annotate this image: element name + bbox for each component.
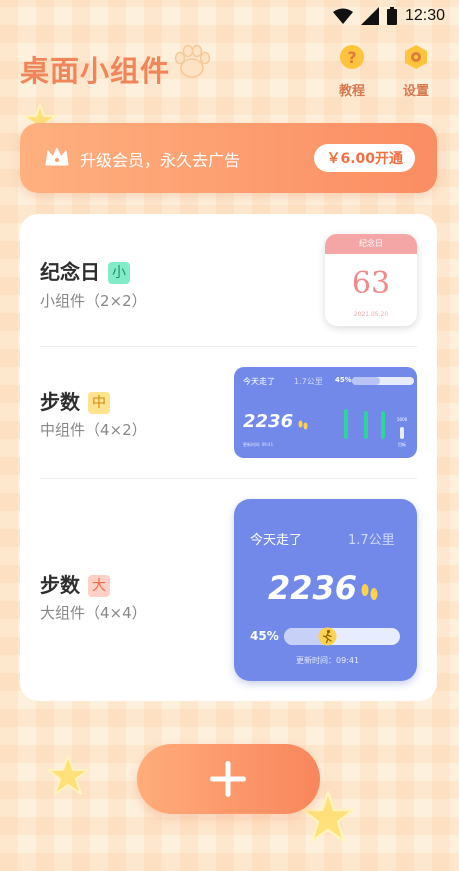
upgrade-button[interactable]: ￥6.00开通 <box>314 144 415 172</box>
preview-steps: 2236 <box>243 411 294 432</box>
widget-subtitle: 小组件（2×2） <box>40 292 147 310</box>
progress-fill <box>352 377 380 385</box>
preview-updated: 更新时间：09:41 <box>296 656 360 665</box>
preview-goal-label: 目标 <box>398 442 406 447</box>
svg-text:?: ? <box>347 48 356 67</box>
preview-header: 纪念日 <box>325 234 417 254</box>
preview-percent: 45% <box>250 629 279 643</box>
status-bar: 12:30 <box>0 0 459 32</box>
progress-bar <box>352 377 414 385</box>
widget-title-text: 纪念日 <box>40 260 100 284</box>
bar <box>344 409 348 439</box>
preview-goal-value: 5000 <box>397 417 408 422</box>
status-time: 12:30 <box>404 7 445 24</box>
preview-distance: 1.7公里 <box>348 533 395 548</box>
size-badge: 小 <box>108 262 130 284</box>
plus-icon <box>210 761 246 797</box>
promo-text: 升级会员，永久去广告 <box>80 151 241 170</box>
steps-large-widget-preview: 今天走了 1.7公里 2236 45% 更新时间：09:41 <box>234 499 417 681</box>
footprints-icon <box>361 584 378 600</box>
tutorial-button[interactable]: ? 教程 <box>324 44 380 99</box>
widget-title-text: 步数 <box>40 390 80 414</box>
divider <box>40 346 417 347</box>
widget-title-text: 步数 <box>40 573 80 597</box>
widget-subtitle: 中组件（4×2） <box>40 421 147 439</box>
widget-subtitle: 大组件（4×4） <box>40 604 147 622</box>
runner-icon <box>318 627 337 646</box>
paw-icon <box>174 44 211 78</box>
preview-percent: 45% <box>335 376 352 384</box>
footprints-icon <box>298 420 308 430</box>
bar <box>381 411 385 439</box>
anniversary-widget-preview: 纪念日 63 2021.05.20 <box>325 234 417 326</box>
progress-bar <box>284 628 400 645</box>
signal-icon <box>360 7 379 25</box>
preview-steps: 2236 <box>268 569 358 607</box>
preview-day-count: 63 <box>351 266 391 301</box>
bar <box>400 427 404 439</box>
size-badge: 中 <box>88 392 110 414</box>
star-icon <box>47 755 89 795</box>
widget-title: 步数大 <box>40 569 110 598</box>
wifi-icon <box>332 8 353 24</box>
crown-icon <box>45 147 69 166</box>
gear-icon <box>405 45 427 69</box>
app-title: 桌面小组件 <box>20 54 171 88</box>
bar <box>364 411 368 439</box>
battery-icon <box>386 7 397 25</box>
add-widget-button[interactable] <box>137 744 320 814</box>
preview-date: 2021.05.20 <box>353 311 389 318</box>
tutorial-label: 教程 <box>338 84 365 99</box>
steps-medium-widget-preview: 今天走了 1.7公里 45% 2236 更新时间: 09:41 5000 目标 <box>234 367 417 458</box>
settings-label: 设置 <box>402 84 429 99</box>
preview-updated: 更新时间: 09:41 <box>243 442 274 447</box>
divider <box>40 478 417 479</box>
help-icon: ? <box>340 45 364 69</box>
widget-list: 纪念日小 小组件（2×2） 纪念日 63 2021.05.20 步数中 中组件（… <box>20 214 437 701</box>
preview-heading: 今天走了 <box>243 377 275 386</box>
settings-button[interactable]: 设置 <box>388 44 444 99</box>
size-badge: 大 <box>88 575 110 597</box>
widget-title: 纪念日小 <box>40 256 130 285</box>
widget-title: 步数中 <box>40 386 110 415</box>
vip-promo-banner[interactable]: 升级会员，永久去广告 ￥6.00开通 <box>20 123 437 193</box>
preview-distance: 1.7公里 <box>294 377 323 386</box>
preview-heading: 今天走了 <box>250 533 303 548</box>
